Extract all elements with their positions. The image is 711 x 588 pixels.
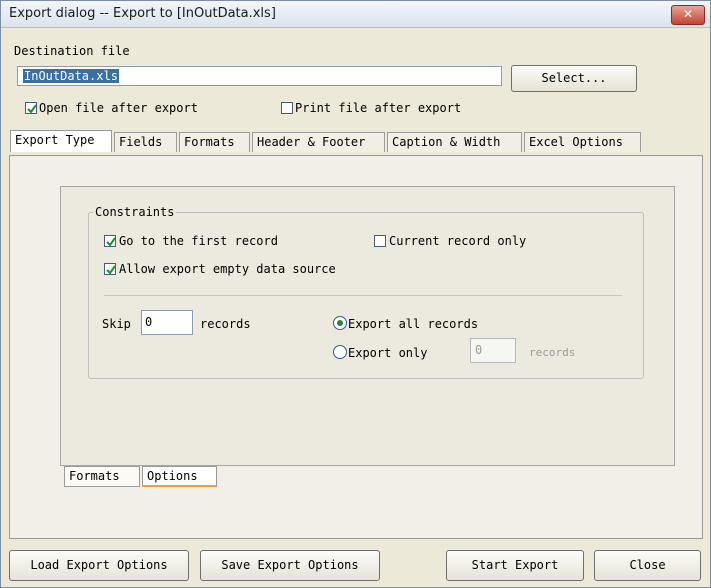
export-all-records-label: Export all records [348, 317, 479, 331]
options-page: Constraints Go to the first record Curre… [60, 186, 675, 466]
print-after-export-checkbox[interactable] [281, 102, 293, 114]
subtab-formats[interactable]: Formats [64, 466, 140, 487]
open-after-export-checkbox[interactable] [25, 102, 37, 114]
export-only-count-input[interactable]: 0 [470, 338, 516, 363]
check-icon [106, 265, 116, 275]
close-icon: ✕ [682, 7, 694, 21]
skip-records-value: 0 [145, 315, 153, 329]
destination-file-value: InOutData.xls [23, 69, 119, 83]
current-record-only-label: Current record only [389, 234, 527, 248]
skip-records-input[interactable]: 0 [141, 310, 193, 335]
tab-fields[interactable]: Fields [114, 132, 177, 152]
export-only-unit: records [529, 346, 576, 359]
export-dialog: Export dialog -- Export to [InOutData.xl… [0, 0, 711, 588]
tab-formats[interactable]: Formats [179, 132, 250, 152]
load-export-options-button[interactable]: Load Export Options [9, 550, 189, 581]
open-after-export-label: Open file after export [39, 101, 198, 115]
export-only-radio[interactable] [333, 345, 347, 359]
start-export-button[interactable]: Start Export [446, 550, 584, 581]
check-icon [27, 104, 37, 114]
export-all-records-radio[interactable] [333, 316, 347, 330]
allow-empty-source-checkbox[interactable] [104, 263, 116, 275]
go-first-record-label: Go to the first record [119, 234, 278, 248]
tab-header-footer[interactable]: Header & Footer [252, 132, 385, 152]
go-first-record-checkbox[interactable] [104, 235, 116, 247]
export-only-label: Export only [348, 346, 428, 360]
tab-caption-width[interactable]: Caption & Width [387, 132, 522, 152]
export-only-count-value: 0 [475, 343, 483, 357]
allow-empty-source-label: Allow export empty data source [119, 262, 336, 276]
skip-records-unit: records [200, 317, 251, 331]
radio-selected-dot [337, 320, 343, 326]
select-button[interactable]: Select... [511, 65, 637, 92]
window-title: Export dialog -- Export to [InOutData.xl… [9, 6, 276, 21]
check-icon [106, 237, 116, 247]
close-window-button[interactable]: ✕ [671, 5, 705, 25]
current-record-only-checkbox[interactable] [374, 235, 386, 247]
close-button[interactable]: Close [594, 550, 701, 581]
subtab-options[interactable]: Options [142, 466, 217, 487]
print-after-export-label: Print file after export [295, 101, 462, 115]
destination-file-input[interactable]: InOutData.xls [17, 66, 502, 86]
save-export-options-button[interactable]: Save Export Options [200, 550, 380, 581]
title-bar: Export dialog -- Export to [InOutData.xl… [1, 1, 710, 28]
tab-excel-options[interactable]: Excel Options [524, 132, 641, 152]
tab-content-panel: Constraints Go to the first record Curre… [9, 155, 703, 539]
destination-label: Destination file [14, 44, 130, 58]
constraints-legend: Constraints [93, 205, 177, 219]
tab-export-type[interactable]: Export Type [10, 130, 112, 152]
group-divider [104, 295, 622, 296]
skip-label: Skip [102, 317, 131, 331]
constraints-group: Constraints Go to the first record Curre… [88, 205, 644, 379]
